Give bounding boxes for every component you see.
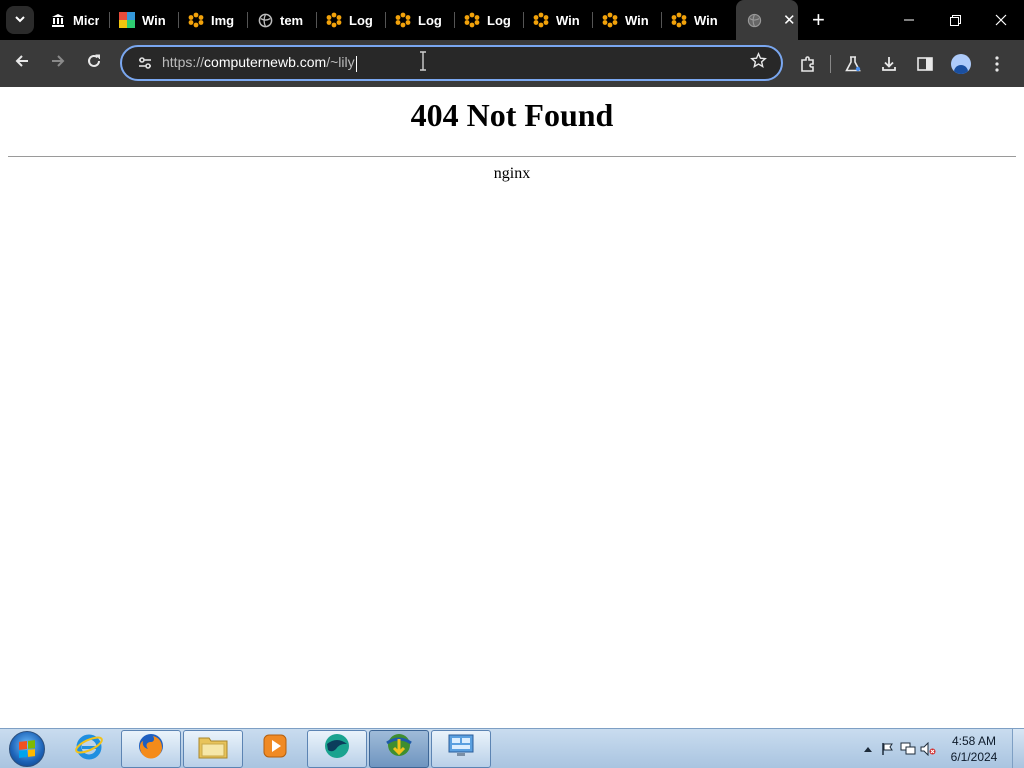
close-window-button[interactable] [978,0,1024,40]
clock-date: 6/1/2024 [950,750,998,764]
chevron-down-icon [14,13,26,28]
taskbar-internet-explorer[interactable] [59,730,119,768]
download-icon[interactable] [871,46,907,82]
control-panel-icon [446,732,476,765]
orange-flower-icon [671,12,687,28]
extensions-icon[interactable] [790,46,826,82]
labs-flask-icon[interactable] [835,46,871,82]
folder-icon [197,732,229,765]
tab[interactable]: Img [178,0,247,40]
ibeam-cursor-icon [418,51,428,71]
bookmark-star-icon[interactable] [750,52,767,74]
tab-list: Micr Win Img tem Log Log Log Win Win Win… [40,0,825,40]
arrow-left-icon [14,53,30,74]
taskbar-firefox[interactable] [121,729,181,768]
tab-title: Log [487,12,511,28]
tab[interactable]: Win [661,0,730,40]
side-panel-icon[interactable] [907,46,943,82]
taskbar-media-player[interactable] [245,730,305,768]
tab[interactable]: Log [454,0,523,40]
taskbar-globe-app[interactable] [307,729,367,768]
show-desktop-button[interactable] [1012,729,1024,768]
tab-title: tem [280,12,304,28]
download-manager-icon [383,731,415,766]
orange-flower-icon [533,12,549,28]
arrow-right-icon [50,53,66,74]
tab-title: Micr [73,12,99,28]
firefox-icon [136,731,166,766]
internet-explorer-icon [74,731,104,766]
teal-globe-icon [322,731,352,766]
divider [8,156,1016,157]
reload-icon [86,53,102,74]
orange-flower-icon [326,12,342,28]
restore-button[interactable] [932,0,978,40]
clock-time: 4:58 AM [951,734,997,748]
network-icon[interactable] [898,739,918,759]
tab[interactable]: Win [523,0,592,40]
window-controls [886,0,1024,40]
toolbar-actions [790,40,1015,87]
server-signature: nginx [493,165,531,182]
globe-icon [257,12,273,28]
menu-kebab-icon[interactable] [979,46,1015,82]
text-caret [355,55,357,72]
close-tab-icon[interactable]: ✕ [783,11,796,29]
taskbar: 4:58 AM 6/1/2024 [0,728,1024,768]
tab-title: Log [349,12,373,28]
orange-flower-icon [602,12,618,28]
tab[interactable]: tem [247,0,316,40]
tab-strip: Micr Win Img tem Log Log Log Win Win Win… [0,0,1024,40]
orange-flower-icon [395,12,411,28]
tab-search-button[interactable] [6,6,34,34]
clock[interactable]: 4:58 AM 6/1/2024 [942,733,1006,765]
museum-icon [50,12,66,28]
profile-avatar-button[interactable] [943,46,979,82]
minimize-button[interactable] [886,0,932,40]
media-player-icon [261,732,289,765]
tab-title: Win [694,12,718,28]
show-hidden-icons-button[interactable] [858,739,878,759]
globe-icon [746,12,762,28]
reload-button[interactable] [76,46,112,82]
start-button[interactable] [9,730,45,767]
volume-muted-icon[interactable] [918,739,938,759]
url-scheme: https:// [162,54,205,71]
page-content: 404 Not Found nginx [0,87,1024,728]
tab-active[interactable]: ✕ [736,0,798,40]
taskbar-control-panel[interactable] [431,729,491,768]
url-host: computernewb.com [204,54,327,71]
taskbar-download-manager[interactable] [369,729,429,768]
browser-toolbar: https://computernewb.com/~lily [0,40,1024,87]
windows-logo-icon [19,739,35,758]
site-info-icon[interactable] [128,55,162,71]
forward-button[interactable] [40,46,76,82]
tab-title: Img [211,12,235,28]
toolbar-divider [830,54,831,73]
url-path: /~lily [326,54,355,71]
tab-title: Log [418,12,442,28]
page-title: 404 Not Found [410,97,614,133]
tab-title: Win [556,12,580,28]
tab[interactable]: Win [592,0,661,40]
back-button[interactable] [4,46,40,82]
tab[interactable]: Micr [40,0,109,40]
new-tab-button[interactable]: + [812,7,825,33]
avatar-icon [951,53,971,74]
action-center-flag-icon[interactable] [878,739,898,759]
url-text[interactable]: https://computernewb.com/~lily [162,54,357,72]
orange-flower-icon [188,12,204,28]
taskbar-file-explorer[interactable] [183,729,243,768]
orange-flower-icon [464,12,480,28]
tab[interactable]: Log [316,0,385,40]
system-tray: 4:58 AM 6/1/2024 [858,729,1024,768]
address-bar[interactable]: https://computernewb.com/~lily [120,45,783,81]
colorful-grid-icon [119,12,135,28]
tab[interactable]: Log [385,0,454,40]
tab[interactable]: Win [109,0,178,40]
tab-title: Win [625,12,649,28]
tab-title: Win [142,12,166,28]
